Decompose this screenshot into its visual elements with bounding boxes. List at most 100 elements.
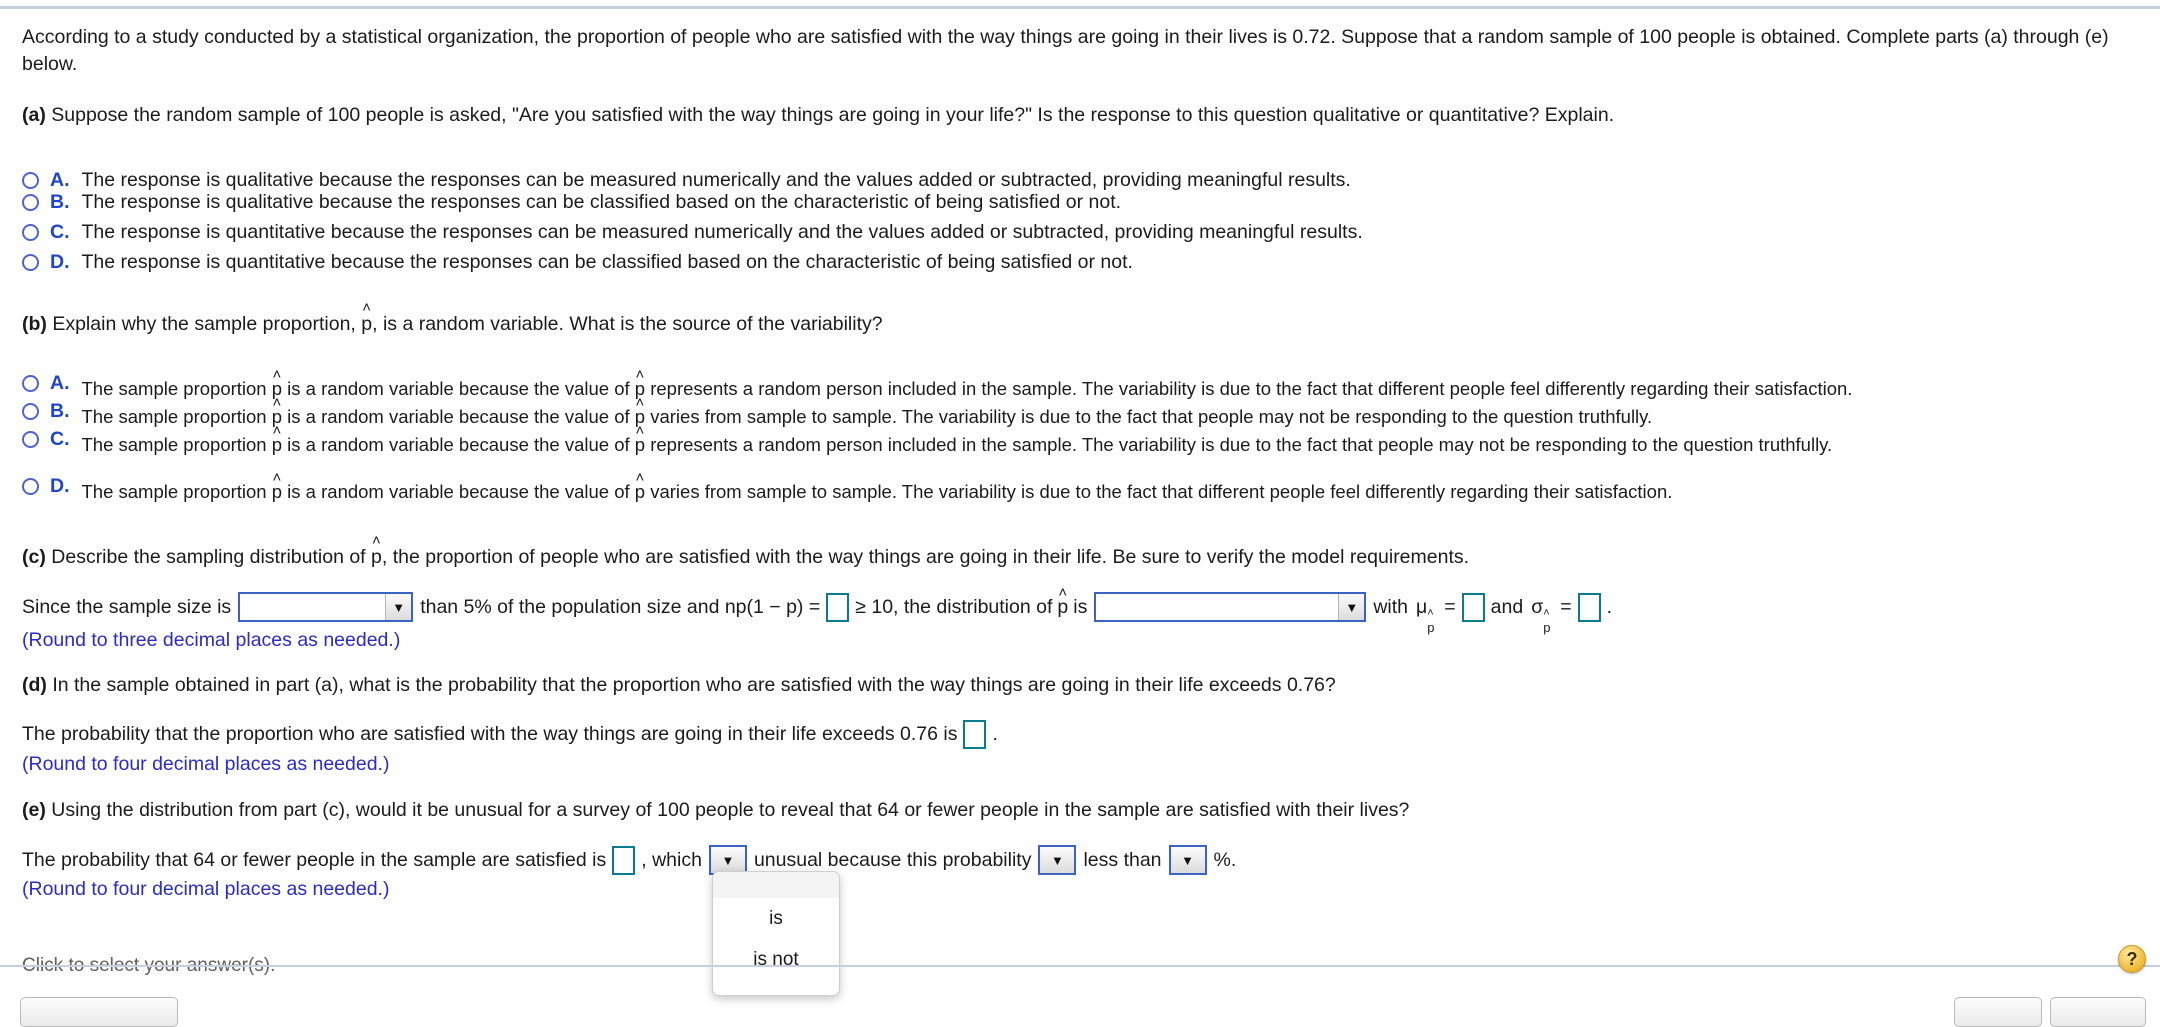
choice-letter: C. <box>50 221 70 243</box>
part-e-answer-row: The probability that 64 or fewer people … <box>22 845 1236 875</box>
part-b-choice-C[interactable]: C. The sample proportion ˄ p is a random … <box>22 422 1833 456</box>
part-b-question-post: , is a random variable. What is the sour… <box>372 313 883 335</box>
chevron-down-icon[interactable]: ▼ <box>385 594 412 620</box>
part-c-question-pre: Describe the sampling distribution of <box>51 546 372 568</box>
part-c-text-7: and <box>1490 595 1524 618</box>
part-c-question-post: , the proportion of people who are satis… <box>381 546 1470 568</box>
radio-icon[interactable] <box>22 478 39 495</box>
part-e-text-4: less than <box>1083 848 1162 871</box>
p-hat-symbol: ˄ p <box>634 469 646 502</box>
part-b-choice-B[interactable]: B. The sample proportion ˄ p is a random … <box>22 394 1653 428</box>
part-b-choice-D[interactable]: D. The sample proportion ˄ p is a random … <box>22 469 1672 503</box>
part-c-mu-input[interactable] <box>1461 592 1485 622</box>
part-c-text-2: than 5% of the population size and np(1 … <box>420 595 821 618</box>
part-d-probability-input[interactable] <box>963 720 987 749</box>
mu-p-hat-symbol: μ ˄ p <box>1416 595 1435 635</box>
part-c-text-6: = <box>1444 595 1456 618</box>
choice-letter: A. <box>50 169 70 191</box>
footer-button-secondary[interactable] <box>1954 997 2042 1027</box>
chevron-down-icon[interactable]: ▼ <box>1170 847 1205 873</box>
part-a-question-text: Suppose the random sample of 100 people … <box>51 104 1615 126</box>
part-a-question: (a) Suppose the random sample of 100 peo… <box>22 102 1614 128</box>
radio-icon[interactable] <box>22 172 39 189</box>
radio-icon[interactable] <box>22 403 39 420</box>
intro-text: According to a study conducted by a stat… <box>22 26 2109 75</box>
choice-letter: B. <box>50 400 70 422</box>
part-c-question: (c) Describe the sampling distribution o… <box>22 533 1470 570</box>
part-e-text-2: , which <box>641 848 702 871</box>
part-e-comparison-dropdown[interactable]: ▼ <box>1038 845 1077 875</box>
part-c-text-5: with <box>1373 595 1409 618</box>
part-b-question-pre: Explain why the sample proportion, <box>52 313 362 335</box>
part-a-choice-D[interactable]: D. The response is quantitative because … <box>22 251 1133 274</box>
radio-icon[interactable] <box>22 224 39 241</box>
part-e-probability-input[interactable] <box>612 845 636 875</box>
help-icon[interactable]: ? <box>2118 945 2146 973</box>
part-d-answer-post: . <box>992 723 998 745</box>
part-e-percent-dropdown[interactable]: ▼ <box>1168 845 1207 875</box>
part-a-choice-C[interactable]: C. The response is quantitative because … <box>22 221 1363 244</box>
part-c-np1p-input[interactable] <box>826 592 850 622</box>
part-c-text-8: = <box>1560 595 1572 618</box>
radio-icon[interactable] <box>22 254 39 271</box>
part-e-round-note: (Round to four decimal places as needed.… <box>22 878 390 900</box>
choice-text: The response is quantitative because the… <box>81 251 1133 273</box>
choice-text: The response is quantitative because the… <box>81 221 1363 243</box>
p-hat-symbol: ˄ p <box>271 422 283 455</box>
part-d-label: (d) <box>22 674 47 696</box>
part-c-text-3: ≥ 10, the distribution of <box>855 595 1053 618</box>
radio-icon[interactable] <box>22 375 39 392</box>
part-a-label: (a) <box>22 104 46 126</box>
dropdown-popup-cap <box>713 872 839 898</box>
part-c-text-4: is <box>1073 595 1088 618</box>
part-c-answer-row: Since the sample size is ▼ than 5% of th… <box>22 583 1612 635</box>
sigma-p-hat-symbol: σ ˄ p <box>1531 595 1551 635</box>
choice-letter: D. <box>50 251 70 273</box>
part-e-question: (e) Using the distribution from part (c)… <box>22 797 1409 823</box>
part-b-question: (b) Explain why the sample proportion, ˄… <box>22 299 883 337</box>
dropdown-option-is-not[interactable]: is not <box>713 939 839 980</box>
chevron-down-icon[interactable]: ▼ <box>1040 847 1075 873</box>
choice-text: The sample proportion ˄ p is a random var… <box>81 422 1833 455</box>
part-b-choice-A[interactable]: A. The sample proportion ˄ p is a random … <box>22 366 1853 400</box>
part-e-text-5: %. <box>1213 848 1237 871</box>
part-e-question-text: Using the distribution from part (c), wo… <box>51 799 1410 821</box>
radio-icon[interactable] <box>22 431 39 448</box>
question-sheet: According to a study conducted by a stat… <box>0 14 2160 932</box>
part-d-question-text: In the sample obtained in part (a), what… <box>52 674 1336 696</box>
part-d-question: (d) In the sample obtained in part (a), … <box>22 672 1336 698</box>
part-c-round-note: (Round to three decimal places as needed… <box>22 629 401 651</box>
part-e-text-3: unusual because this probability <box>753 848 1032 871</box>
p-hat-symbol: ˄ p <box>271 469 283 502</box>
choice-text: The response is qualitative because the … <box>81 191 1122 213</box>
footer-button-primary[interactable] <box>2050 997 2146 1027</box>
part-b-label: (b) <box>22 313 47 335</box>
choice-text: The sample proportion ˄ p is a random var… <box>81 394 1653 427</box>
choice-letter: D. <box>50 475 70 497</box>
p-hat-symbol: ˄ p <box>361 299 373 335</box>
part-c-label: (c) <box>22 546 46 568</box>
part-a-choice-A[interactable]: A. The response is qualitative because t… <box>22 169 1351 192</box>
top-divider <box>0 6 2160 9</box>
part-c-text-1: Since the sample size is <box>22 595 232 618</box>
part-a-choice-B[interactable]: B. The response is qualitative because t… <box>22 191 1121 214</box>
p-hat-symbol: ˄ p <box>1057 583 1069 618</box>
choice-text: The sample proportion ˄ p is a random var… <box>81 366 1853 399</box>
choice-letter: B. <box>50 191 70 213</box>
footer-button-left[interactable] <box>20 997 178 1027</box>
dropdown-popup-menu[interactable]: is is not <box>712 871 840 996</box>
part-c-sigma-input[interactable] <box>1577 592 1601 622</box>
part-c-size-comparison-dropdown[interactable]: ▼ <box>238 592 414 622</box>
choice-letter: C. <box>50 428 70 450</box>
part-c-distribution-dropdown[interactable]: ▼ <box>1094 592 1367 622</box>
radio-icon[interactable] <box>22 194 39 211</box>
dropdown-option-is[interactable]: is <box>713 898 839 939</box>
part-d-round-note: (Round to four decimal places as needed.… <box>22 753 390 775</box>
choice-text: The response is qualitative because the … <box>81 169 1351 191</box>
part-e-label: (e) <box>22 799 46 821</box>
part-d-answer-pre: The probability that the proportion who … <box>22 723 958 745</box>
footer-divider <box>0 965 2160 967</box>
part-e-text-1: The probability that 64 or fewer people … <box>22 848 607 871</box>
chevron-down-icon[interactable]: ▼ <box>1338 594 1365 620</box>
chevron-down-icon[interactable]: ▼ <box>710 847 745 873</box>
